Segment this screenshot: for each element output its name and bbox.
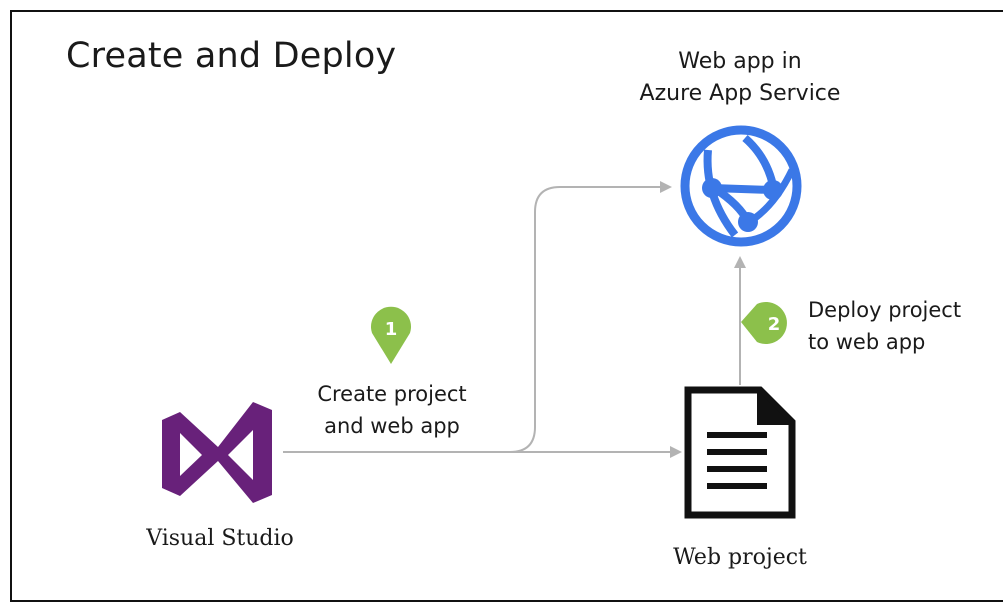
web-app-label-line2: Azure App Service bbox=[639, 81, 841, 106]
step2-label-line2: to web app bbox=[808, 330, 926, 354]
step2-label-line1: Deploy project bbox=[808, 298, 962, 322]
step1-label-line2: and web app bbox=[324, 414, 460, 438]
web-app-label-line1: Web app in bbox=[678, 49, 802, 74]
web-app-label: Web app in Azure App Service bbox=[590, 46, 890, 110]
visual-studio-icon bbox=[162, 402, 272, 503]
visual-studio-label: Visual Studio bbox=[146, 526, 294, 551]
step1-badge: 1 bbox=[371, 306, 411, 364]
step1-label: Create project and web app bbox=[292, 378, 492, 442]
diagram-title: Create and Deploy bbox=[66, 36, 397, 76]
step2-label: Deploy project to web app bbox=[808, 294, 1003, 358]
azure-web-app-icon bbox=[680, 125, 802, 247]
step1-number: 1 bbox=[385, 319, 398, 340]
step2-number: 2 bbox=[768, 314, 781, 335]
step2-badge: 2 bbox=[741, 302, 787, 345]
web-project-label: Web project bbox=[673, 545, 807, 570]
document-icon bbox=[684, 386, 796, 519]
step1-label-line1: Create project bbox=[317, 382, 467, 406]
